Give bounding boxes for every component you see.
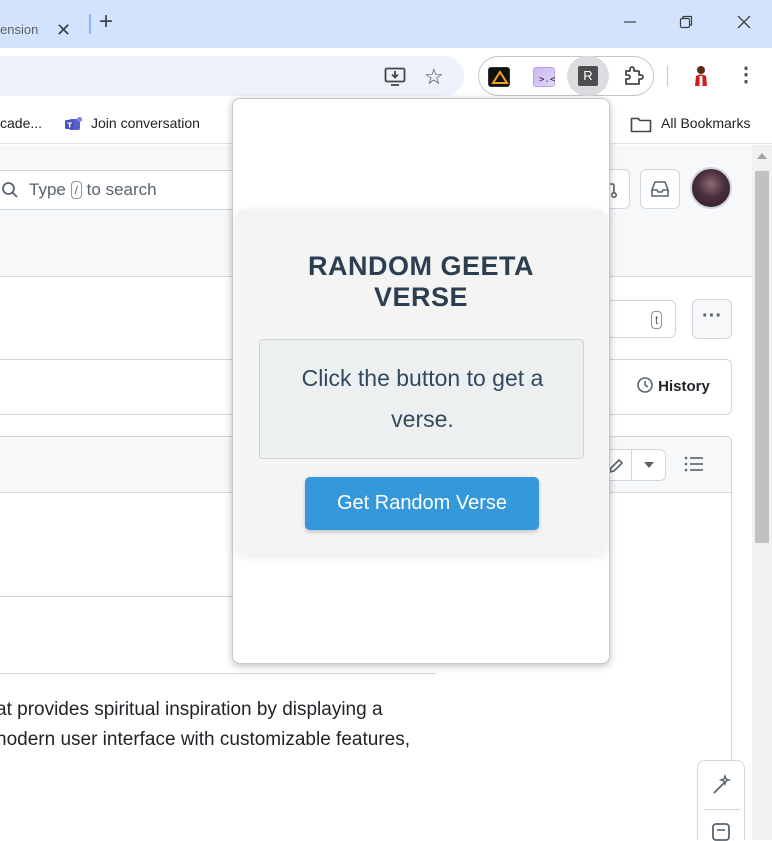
tab-close-icon[interactable]: ✕ bbox=[56, 20, 71, 41]
go-to-file-input[interactable]: t bbox=[600, 300, 676, 338]
floating-tools bbox=[697, 760, 745, 841]
svg-text:T: T bbox=[67, 122, 72, 130]
random-geeta-extension-button[interactable]: R bbox=[567, 56, 609, 96]
tab-divider bbox=[89, 14, 91, 34]
browser-toolbar: ☆ >.< R ⋮ bbox=[0, 48, 772, 104]
browser-tab[interactable]: ension ✕ bbox=[0, 8, 86, 48]
search-placeholder-prefix: Type bbox=[29, 180, 66, 199]
new-tab-button[interactable]: + bbox=[99, 8, 113, 36]
history-button[interactable]: History bbox=[636, 376, 710, 395]
geeta-verse-card: RANDOM GEETA VERSE Click the button to g… bbox=[235, 209, 607, 555]
tools-divider bbox=[704, 809, 740, 810]
extension-face-icon: >.< bbox=[539, 75, 556, 85]
content-divider bbox=[0, 673, 436, 674]
history-icon bbox=[637, 377, 653, 393]
history-label: History bbox=[658, 378, 710, 395]
folder-icon bbox=[630, 117, 652, 133]
inbox-icon bbox=[651, 181, 669, 197]
teams-icon: T bbox=[65, 117, 82, 130]
profile-avatar-icon[interactable] bbox=[690, 64, 712, 88]
extension-icon-1[interactable] bbox=[488, 67, 510, 87]
description-line: at provides spiritual inspiration by dis… bbox=[0, 699, 383, 720]
search-placeholder-suffix: to search bbox=[86, 180, 157, 199]
bookmark-item[interactable]: cade... bbox=[0, 115, 42, 131]
tab-title: ension bbox=[0, 22, 39, 37]
restore-icon bbox=[679, 15, 693, 29]
close-window-button[interactable] bbox=[724, 8, 764, 38]
outline-list-icon[interactable] bbox=[684, 455, 704, 473]
minimize-button[interactable] bbox=[610, 8, 650, 38]
install-app-icon[interactable] bbox=[384, 66, 406, 88]
bookmark-join-conversation[interactable]: Join conversation bbox=[91, 115, 200, 131]
button-divider bbox=[631, 450, 632, 480]
browser-menu-icon[interactable]: ⋮ bbox=[736, 62, 756, 87]
scroll-up-arrow-icon[interactable] bbox=[757, 153, 767, 159]
extension-popup: RANDOM GEETA VERSE Click the button to g… bbox=[232, 98, 610, 664]
all-bookmarks-button[interactable]: All Bookmarks bbox=[661, 115, 750, 131]
svg-text:>.<: >.< bbox=[539, 75, 556, 85]
toolbar-separator bbox=[667, 66, 668, 86]
close-icon bbox=[737, 15, 751, 29]
magic-edit-icon[interactable] bbox=[710, 773, 734, 797]
verse-display-box: Click the button to get a verse. bbox=[259, 339, 584, 459]
content-divider bbox=[0, 596, 232, 597]
verse-text: Click the button to get a verse. bbox=[301, 365, 544, 432]
page-scrollbar[interactable] bbox=[752, 145, 772, 840]
extension-logo-icon bbox=[491, 70, 509, 84]
search-icon bbox=[2, 182, 18, 198]
chevron-down-icon[interactable] bbox=[644, 462, 654, 469]
scrollbar-thumb[interactable] bbox=[755, 171, 769, 543]
search-input[interactable]: Type / to search bbox=[0, 170, 250, 210]
shortcut-key-t: t bbox=[651, 311, 663, 329]
readme-description: at provides spiritual inspiration by dis… bbox=[0, 695, 436, 755]
extensions-puzzle-icon[interactable] bbox=[622, 64, 646, 88]
search-placeholder: Type / to search bbox=[29, 180, 157, 200]
popup-title: RANDOM GEETA VERSE bbox=[308, 251, 534, 312]
extension-r-icon: R bbox=[578, 66, 598, 86]
inbox-button[interactable] bbox=[640, 169, 680, 209]
more-options-button[interactable]: ··· bbox=[692, 299, 732, 339]
restore-button[interactable] bbox=[666, 8, 706, 38]
user-avatar[interactable] bbox=[690, 167, 732, 209]
extension-icon-2[interactable]: >.< bbox=[533, 67, 556, 87]
bookmark-star-icon[interactable]: ☆ bbox=[424, 64, 444, 90]
browser-tab-strip: ension ✕ + bbox=[0, 0, 772, 48]
search-shortcut-key: / bbox=[70, 181, 82, 199]
get-random-verse-button[interactable]: Get Random Verse bbox=[305, 477, 539, 530]
task-list-icon[interactable] bbox=[710, 821, 734, 841]
description-line: nodern user interface with customizable … bbox=[0, 729, 410, 750]
minimize-icon bbox=[624, 21, 636, 23]
